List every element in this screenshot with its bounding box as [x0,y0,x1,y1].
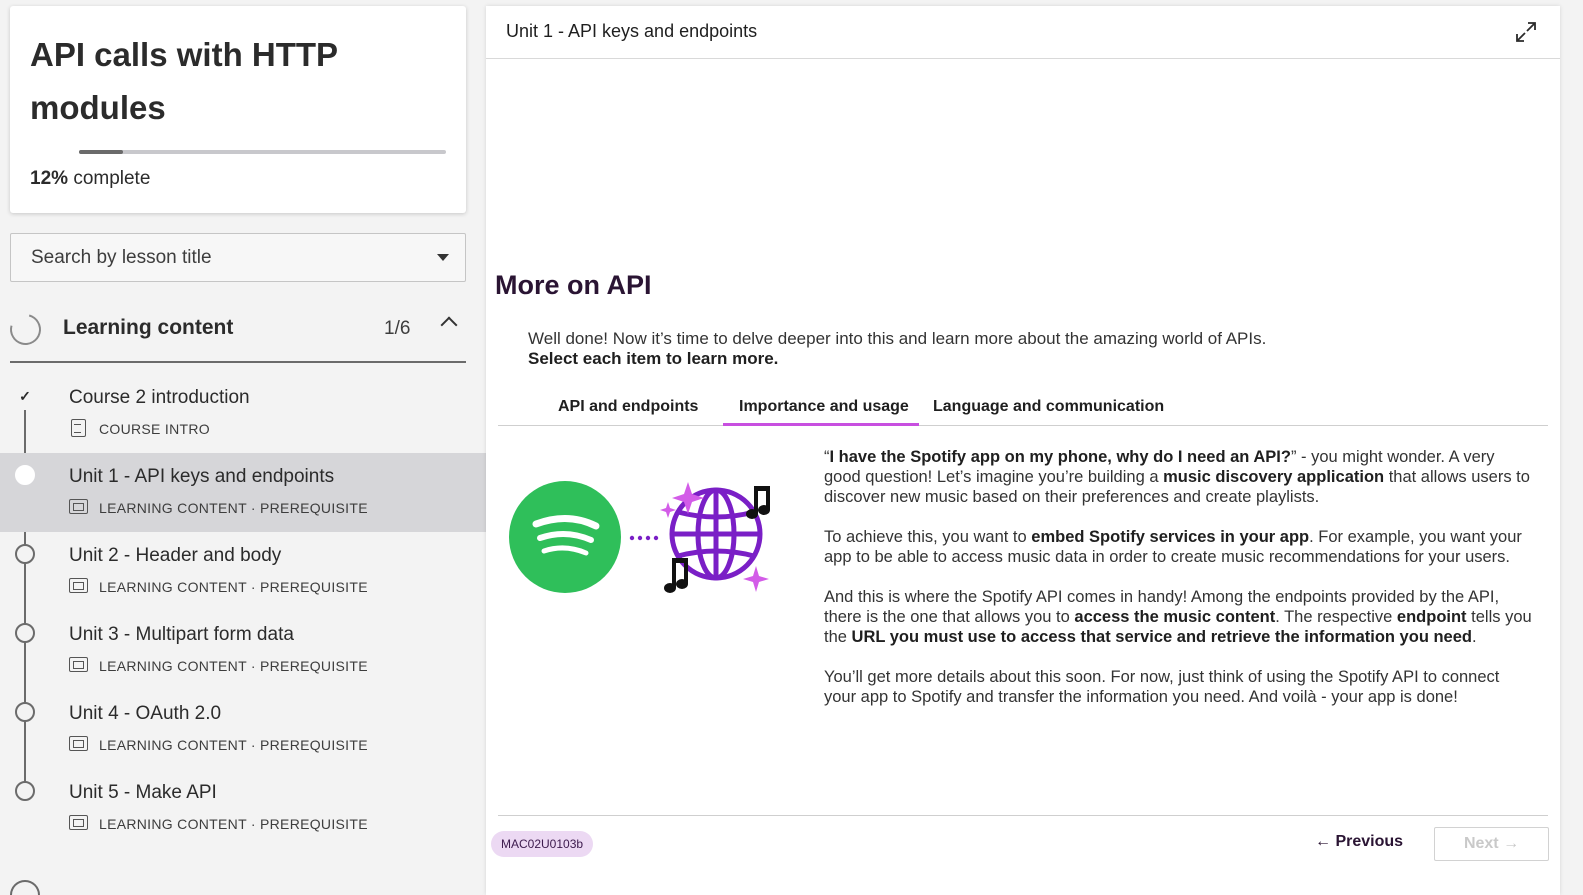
lesson-search-dropdown[interactable]: Search by lesson title [10,233,466,282]
course-title: API calls with HTTP modules [30,36,338,126]
lesson-item-unit-5[interactable]: Unit 5 - Make API LEARNING CONTENT · PRE… [0,769,486,848]
lesson-item-unit-4[interactable]: Unit 4 - OAuth 2.0 LEARNING CONTENT · PR… [0,690,486,769]
tab-language-and-communication[interactable]: Language and communication [933,398,1164,416]
paragraph: To achieve this, you want to embed Spoti… [824,528,1522,566]
progress-bar-fill [79,150,124,154]
content-id-badge: MAC02U0103b [491,831,594,857]
empty-circle-icon [15,702,35,722]
progress-ring-icon [4,308,47,351]
check-icon: ✓ [15,386,35,406]
intro-text: Well done! Now it’s time to delve deeper… [528,329,1267,348]
connection-dots-icon [629,535,659,541]
media-icon [69,736,88,751]
progress-text: 12% complete [30,168,150,190]
progress-bar [79,150,446,154]
course-summary-card: API calls with HTTP modules 12% complete [10,6,466,213]
tab-importance-and-usage[interactable]: Importance and usage [739,398,909,416]
lesson-meta: LEARNING CONTENT · PREREQUISITE [99,658,368,674]
tab-content-text: “I have the Spotify app on my phone, why… [824,447,1532,727]
topic-tabs: API and endpoints Importance and usage L… [498,390,1548,426]
lesson-meta: LEARNING CONTENT · PREREQUISITE [99,579,368,595]
media-icon [69,657,88,672]
lesson-item-unit-1[interactable]: Unit 1 - API keys and endpoints LEARNING… [0,453,486,532]
current-lesson-node-icon [15,465,35,485]
section-title: Learning content [63,316,234,339]
intro-instruction: Select each item to learn more. [528,349,779,368]
next-button[interactable]: Next → [1434,827,1549,861]
section-header-learning-content[interactable]: Learning content 1/6 [4,305,466,363]
lesson-meta: LEARNING CONTENT · PREREQUISITE [99,737,368,753]
media-icon [69,499,88,514]
expand-icon[interactable] [1514,20,1538,44]
spotify-logo-icon [509,481,621,593]
tab-api-and-endpoints[interactable]: API and endpoints [558,398,698,416]
lesson-meta: LEARNING CONTENT · PREREQUISITE [99,816,368,832]
document-icon [71,419,86,437]
lesson-title: Unit 2 - Header and body [69,545,282,566]
section-count: 1/6 [384,318,411,339]
spotify-api-illustration [509,481,770,593]
course-sidebar: API calls with HTTP modules 12% complete… [0,0,486,895]
progress-suffix: complete [73,168,151,189]
paragraph: “I have the Spotify app on my phone, why… [824,448,1530,506]
empty-circle-icon [15,781,35,801]
lesson-item-unit-2[interactable]: Unit 2 - Header and body LEARNING CONTEN… [0,532,486,611]
empty-circle-icon [15,544,35,564]
next-section-node-icon [10,880,40,895]
content-header: Unit 1 - API keys and endpoints [486,6,1560,59]
progress-percent: 12% [30,168,69,189]
lesson-title: Unit 3 - Multipart form data [69,624,294,645]
lesson-title: Unit 5 - Make API [69,782,217,803]
empty-circle-icon [15,623,35,643]
lesson-title: Unit 4 - OAuth 2.0 [69,703,222,724]
lesson-content-panel: Unit 1 - API keys and endpoints More on … [486,6,1560,895]
lesson-meta: LEARNING CONTENT · PREREQUISITE [99,500,368,516]
content-heading: More on API [495,270,652,300]
lesson-meta: COURSE INTRO [99,421,210,437]
chevron-up-icon[interactable] [440,316,458,334]
content-title: Unit 1 - API keys and endpoints [506,21,758,41]
lesson-title: Course 2 introduction [69,387,250,408]
media-icon [69,578,88,593]
lesson-title: Unit 1 - API keys and endpoints [69,466,335,487]
paragraph: You’ll get more details about this soon.… [824,668,1500,706]
lesson-item-course-intro[interactable]: ✓ Course 2 introduction COURSE INTRO [0,374,486,453]
active-tab-indicator [723,423,919,426]
caret-down-icon [437,254,449,261]
paragraph: And this is where the Spotify API comes … [824,588,1532,646]
previous-button[interactable]: ← Previous [1315,833,1403,851]
media-icon [69,815,88,830]
search-placeholder: Search by lesson title [31,247,212,268]
footer-divider [498,815,1548,816]
lesson-item-unit-3[interactable]: Unit 3 - Multipart form data LEARNING CO… [0,611,486,690]
